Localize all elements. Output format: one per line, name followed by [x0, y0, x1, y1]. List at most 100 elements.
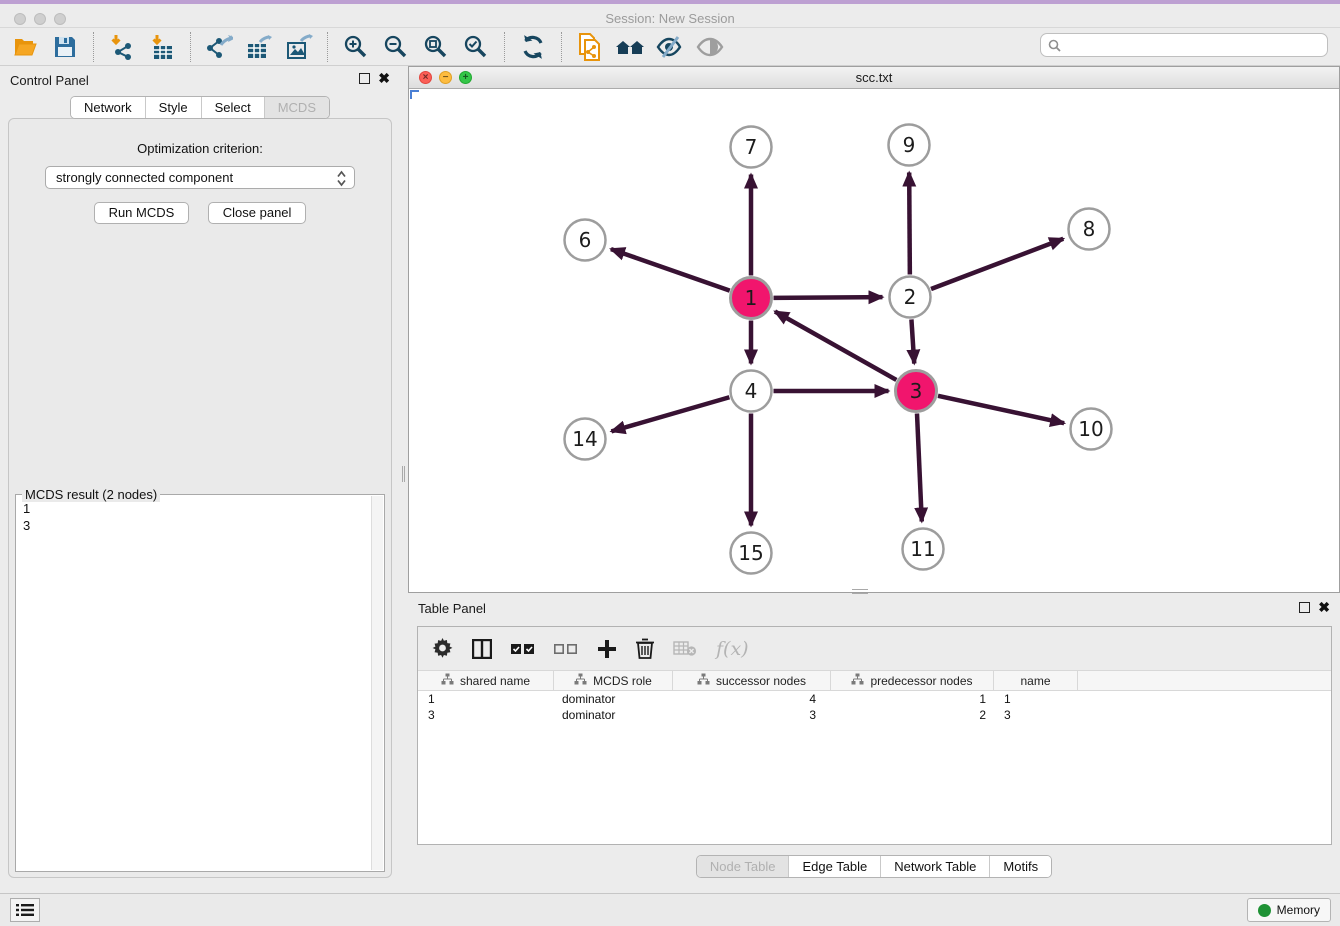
- tab-select[interactable]: Select: [201, 97, 264, 118]
- graph-node-7[interactable]: 7: [731, 127, 772, 168]
- table-panel-float-button[interactable]: [1299, 602, 1310, 613]
- network-graph[interactable]: 7 9 6 8 1 2 4 3 14 10 15 11: [409, 89, 1339, 592]
- graph-edge-1-2[interactable]: [773, 297, 882, 298]
- tab-edge-table[interactable]: Edge Table: [788, 856, 880, 877]
- column-header-name[interactable]: name: [994, 671, 1078, 690]
- table-cell[interactable]: 3: [673, 707, 831, 723]
- run-mcds-button[interactable]: Run MCDS: [94, 202, 190, 224]
- graph-edge-1-6[interactable]: [611, 249, 730, 291]
- hierarchy-icon: [441, 673, 454, 688]
- duplicate-network-icon[interactable]: [573, 32, 607, 62]
- column-header-predecessor-nodes[interactable]: predecessor nodes: [831, 671, 994, 690]
- tab-network-table[interactable]: Network Table: [880, 856, 989, 877]
- graph-edge-2-9[interactable]: [909, 172, 910, 274]
- mcds-result-line: 1: [23, 500, 370, 517]
- mcds-result-scrollbar[interactable]: [371, 496, 383, 870]
- tab-mcds[interactable]: MCDS: [264, 97, 329, 118]
- window-titlebar: Session: New Session: [0, 0, 1340, 28]
- export-table-icon[interactable]: [242, 32, 276, 62]
- svg-text:6: 6: [579, 228, 592, 252]
- deselect-all-columns-icon[interactable]: [554, 636, 578, 662]
- graph-node-9[interactable]: 9: [889, 125, 930, 166]
- control-panel-close-button[interactable]: ✖: [378, 73, 390, 84]
- graph-node-3[interactable]: 3: [896, 371, 937, 412]
- svg-text:14: 14: [572, 427, 597, 451]
- splitter-grip[interactable]: [402, 466, 405, 482]
- svg-text:2: 2: [904, 285, 917, 309]
- export-image-icon[interactable]: [282, 32, 316, 62]
- graph-node-11[interactable]: 11: [903, 529, 944, 570]
- svg-text:15: 15: [738, 541, 763, 565]
- add-column-icon[interactable]: [597, 636, 617, 662]
- control-panel-float-button[interactable]: [359, 73, 370, 84]
- table-cell[interactable]: 1: [418, 691, 554, 707]
- graph-node-1[interactable]: 1: [731, 278, 772, 319]
- table-cell[interactable]: 3: [994, 707, 1078, 723]
- mcds-result-text[interactable]: 13: [17, 498, 370, 870]
- control-panel-title: Control Panel: [10, 73, 89, 88]
- memory-button[interactable]: Memory: [1247, 898, 1331, 922]
- export-network-icon[interactable]: [202, 32, 236, 62]
- svg-text:8: 8: [1083, 217, 1096, 241]
- zoom-in-icon[interactable]: [339, 32, 373, 62]
- hide-selected-icon[interactable]: [653, 32, 687, 62]
- table-row[interactable]: 3dominator323: [418, 707, 1331, 723]
- delete-column-icon[interactable]: [636, 636, 654, 662]
- show-column-panel-icon[interactable]: [472, 636, 492, 662]
- search-box[interactable]: [1040, 33, 1328, 57]
- import-table-icon[interactable]: [145, 32, 179, 62]
- graph-node-8[interactable]: 8: [1069, 209, 1110, 250]
- tab-node-table[interactable]: Node Table: [697, 856, 789, 877]
- graph-edge-2-8[interactable]: [931, 239, 1063, 289]
- close-panel-button[interactable]: Close panel: [208, 202, 307, 224]
- apply-function-icon[interactable]: f(x): [716, 638, 749, 660]
- column-label: name: [1020, 674, 1050, 688]
- tab-motifs[interactable]: Motifs: [989, 856, 1051, 877]
- graph-node-2[interactable]: 2: [890, 277, 931, 318]
- table-row[interactable]: 1dominator411: [418, 691, 1331, 707]
- table-settings-icon[interactable]: [432, 636, 453, 662]
- graph-edge-3-1[interactable]: [775, 312, 896, 380]
- table-cell[interactable]: 4: [673, 691, 831, 707]
- table-cell[interactable]: 1: [994, 691, 1078, 707]
- save-session-icon[interactable]: [48, 32, 82, 62]
- show-all-icon[interactable]: [613, 32, 647, 62]
- column-header-MCDS-role[interactable]: MCDS role: [554, 671, 673, 690]
- graph-edge-4-14[interactable]: [611, 397, 729, 431]
- column-header-shared-name[interactable]: shared name: [418, 671, 554, 690]
- column-header-successor-nodes[interactable]: successor nodes: [673, 671, 831, 690]
- zoom-selected-icon[interactable]: [459, 32, 493, 62]
- table-cell[interactable]: dominator: [554, 707, 673, 723]
- refresh-view-icon[interactable]: [516, 32, 550, 62]
- open-session-icon[interactable]: [8, 32, 42, 62]
- table-panel-close-button[interactable]: ✖: [1318, 602, 1330, 613]
- svg-text:1: 1: [745, 286, 758, 310]
- control-panel: Control Panel ✖ NetworkStyleSelectMCDS O…: [0, 66, 400, 878]
- toolbar-separator: [190, 32, 191, 62]
- table-cell[interactable]: 3: [418, 707, 554, 723]
- search-input[interactable]: [1061, 35, 1327, 55]
- status-menu-button[interactable]: [10, 898, 40, 922]
- graph-node-4[interactable]: 4: [731, 371, 772, 412]
- show-hidden-icon[interactable]: [693, 32, 727, 62]
- graph-node-10[interactable]: 10: [1071, 409, 1112, 450]
- table-cell[interactable]: 1: [831, 691, 994, 707]
- horizontal-splitter-grip[interactable]: [852, 589, 868, 594]
- graph-node-6[interactable]: 6: [565, 220, 606, 261]
- graph-edge-3-10[interactable]: [938, 396, 1064, 423]
- graph-edge-3-11[interactable]: [917, 413, 922, 521]
- select-all-columns-icon[interactable]: [511, 636, 535, 662]
- table-cell[interactable]: 2: [831, 707, 994, 723]
- tab-style[interactable]: Style: [145, 97, 201, 118]
- criterion-select[interactable]: strongly connected component: [45, 166, 355, 189]
- zoom-fit-icon[interactable]: [419, 32, 453, 62]
- graph-edge-2-3[interactable]: [911, 319, 914, 363]
- tab-network[interactable]: Network: [71, 97, 145, 118]
- zoom-out-icon[interactable]: [379, 32, 413, 62]
- graph-node-15[interactable]: 15: [731, 533, 772, 574]
- table-cell[interactable]: dominator: [554, 691, 673, 707]
- vertical-splitter[interactable]: [400, 66, 408, 878]
- graph-node-14[interactable]: 14: [565, 419, 606, 460]
- delete-table-icon[interactable]: [673, 636, 697, 662]
- import-network-icon[interactable]: [105, 32, 139, 62]
